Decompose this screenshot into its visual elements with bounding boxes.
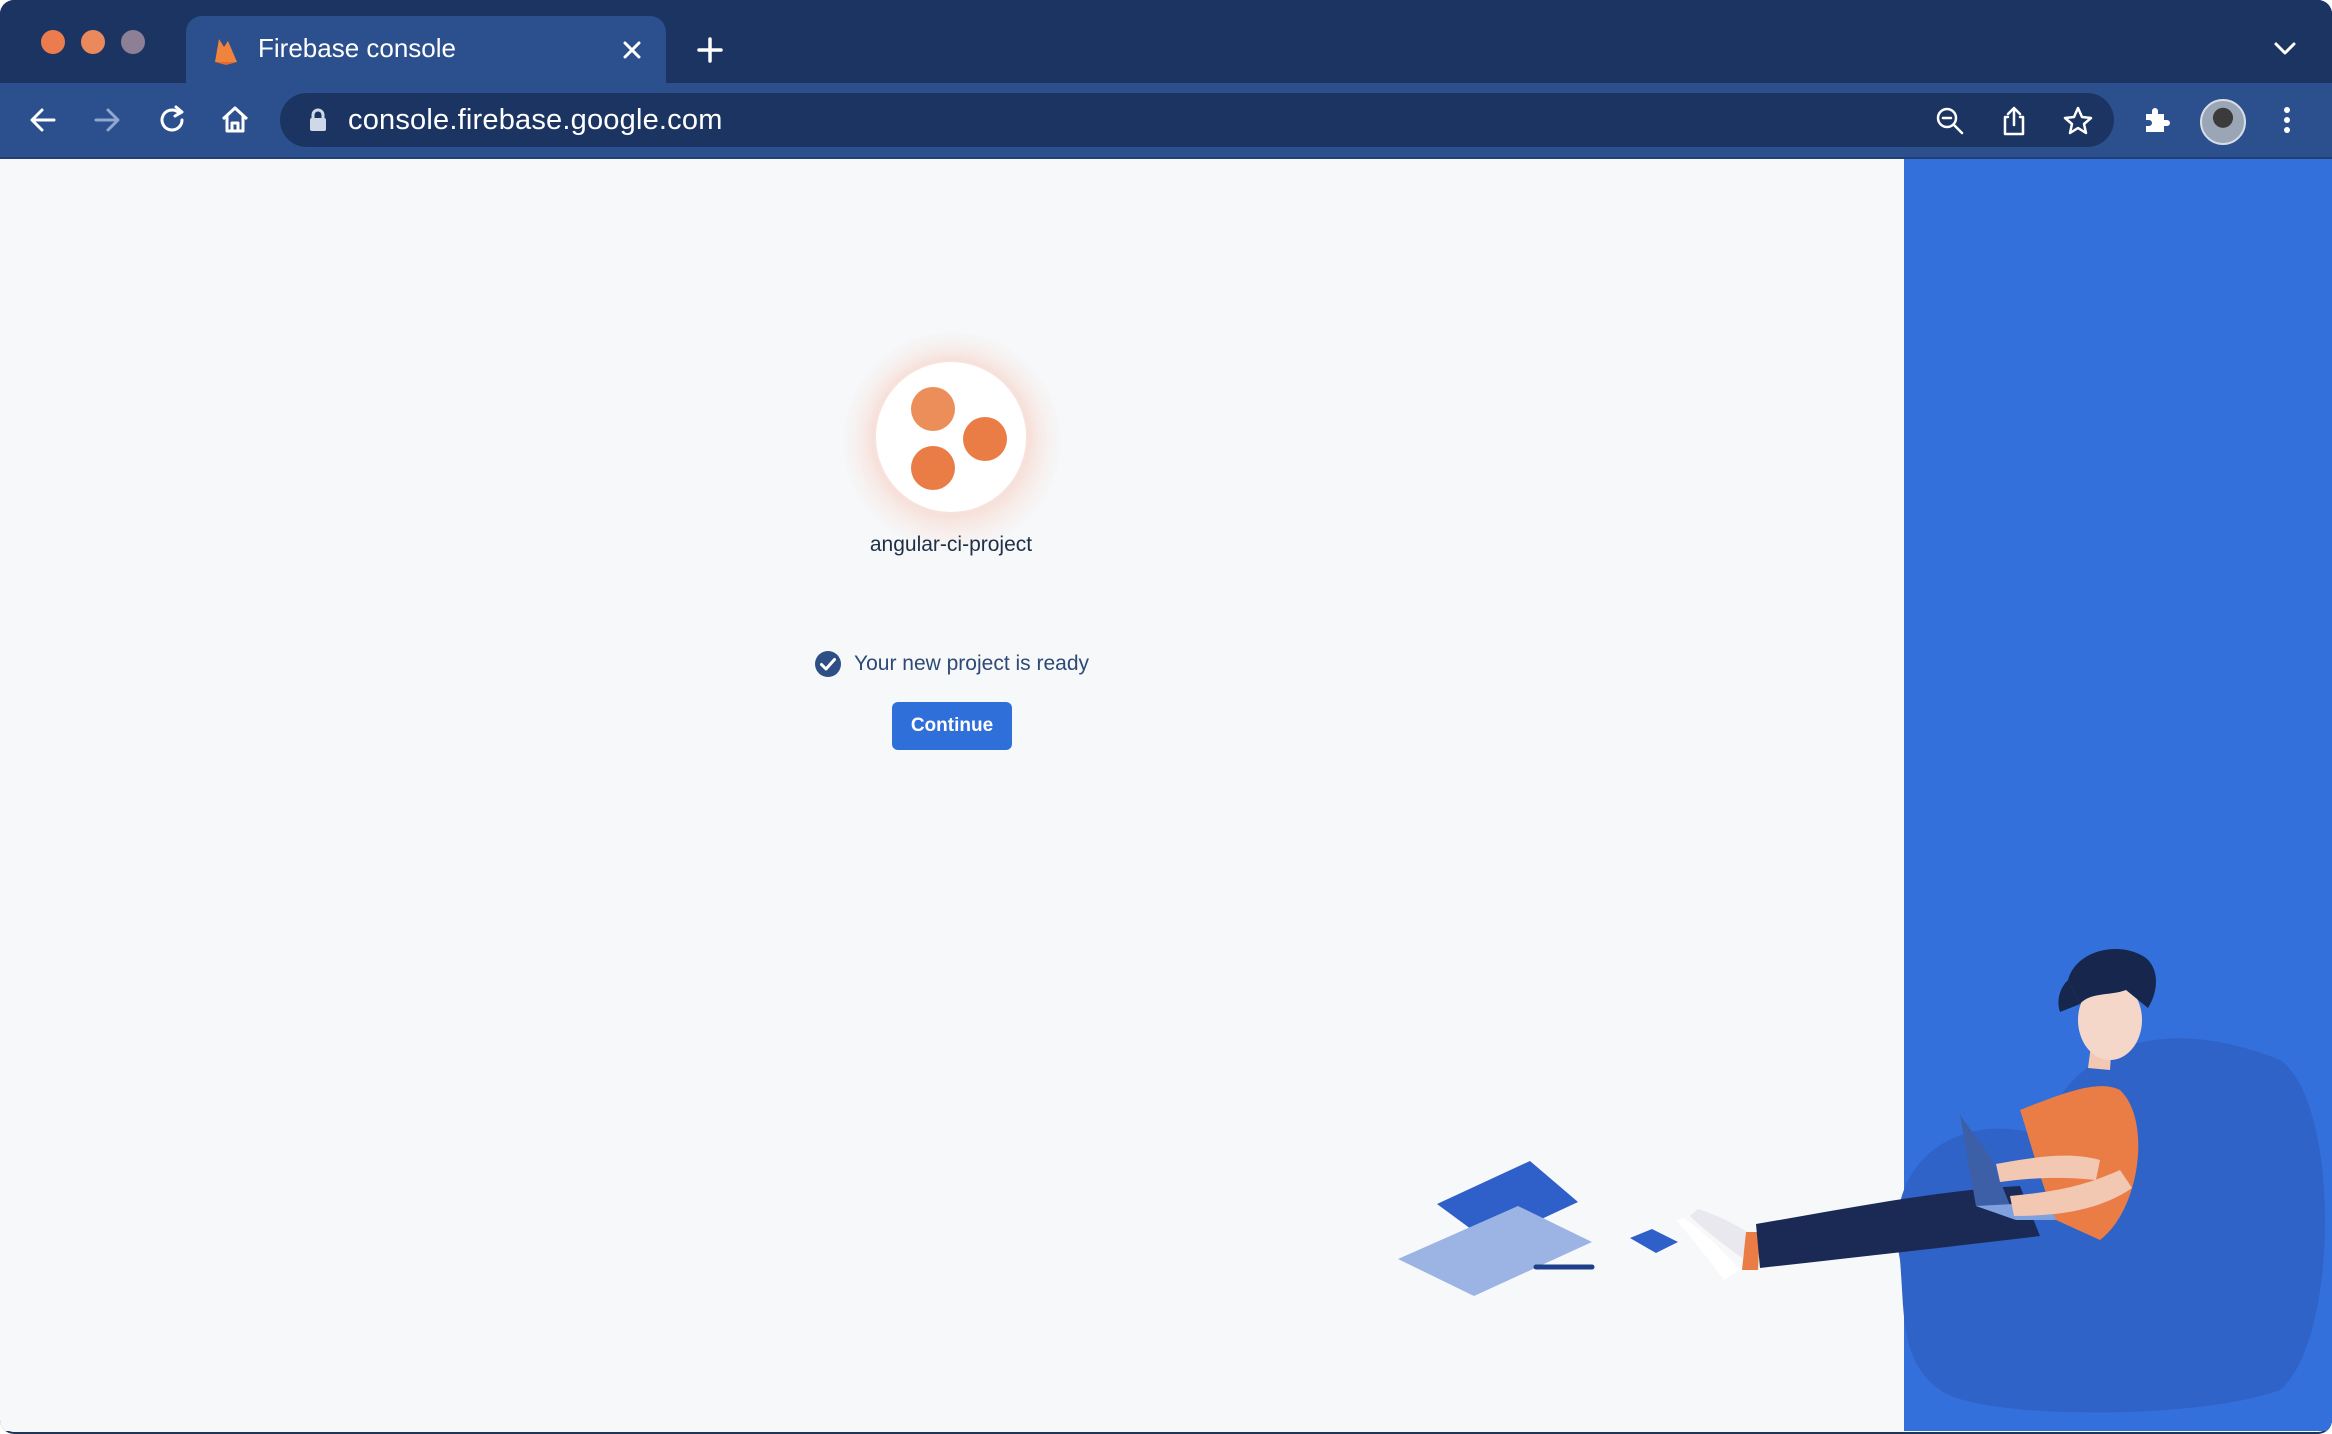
browser-window: Firebase console console.firebase.google… (0, 0, 2332, 1434)
profile-avatar[interactable] (2200, 99, 2246, 145)
share-icon[interactable] (1998, 105, 2030, 137)
back-arrow-icon[interactable] (26, 103, 60, 137)
project-dot-icon (911, 387, 955, 431)
extensions-icon[interactable] (2140, 103, 2174, 137)
tab-strip: Firebase console (0, 0, 2332, 83)
zoom-icon[interactable] (1934, 105, 1966, 137)
more-vert-icon[interactable] (2270, 103, 2304, 137)
home-icon[interactable] (218, 103, 252, 137)
project-avatar (876, 362, 1026, 512)
project-dot-icon (963, 417, 1007, 461)
tab-title: Firebase console (258, 33, 456, 63)
browser-toolbar: console.firebase.google.com (0, 83, 2332, 159)
firebase-icon (215, 39, 237, 65)
url-text: console.firebase.google.com (348, 104, 723, 136)
reload-icon[interactable] (155, 103, 189, 137)
new-tab-icon[interactable] (696, 36, 724, 64)
browser-tab-firebase[interactable]: Firebase console (186, 16, 666, 83)
star-icon[interactable] (2062, 105, 2094, 137)
chevron-down-icon[interactable] (2272, 38, 2298, 58)
window-close-button[interactable] (41, 30, 65, 54)
status-text: Your new project is ready (854, 652, 1090, 675)
window-minimize-button[interactable] (81, 30, 105, 54)
lock-icon[interactable] (308, 108, 328, 132)
address-bar[interactable]: console.firebase.google.com (280, 93, 2114, 147)
forward-arrow-icon[interactable] (90, 103, 124, 137)
close-icon[interactable] (620, 38, 644, 62)
project-name: angular-ci-project (869, 533, 1033, 556)
window-maximize-button[interactable] (121, 30, 145, 54)
person-with-laptop-illustration (1398, 949, 2325, 1413)
project-dot-icon (911, 446, 955, 490)
check-circle-icon (815, 651, 841, 677)
continue-button[interactable]: Continue (892, 702, 1012, 750)
